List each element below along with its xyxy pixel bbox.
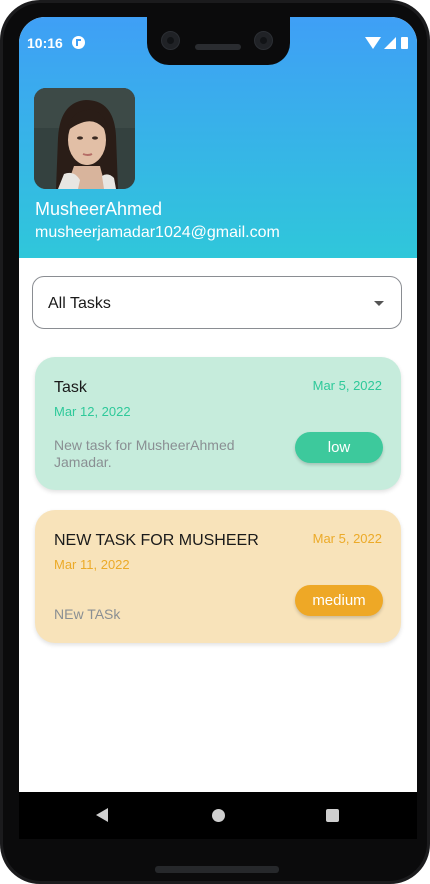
profile-photo-icon xyxy=(34,88,135,189)
battery-icon xyxy=(401,37,408,49)
profile-email: musheerjamadar1024@gmail.com xyxy=(35,224,280,241)
task-card[interactable]: NEW TASK FOR MUSHEER Mar 5, 2022 Mar 11,… xyxy=(35,510,401,643)
task-filter-value: All Tasks xyxy=(48,295,111,312)
back-icon[interactable] xyxy=(96,808,108,822)
task-title: Task xyxy=(54,379,87,396)
phone-frame: 10:16 MusheerAhmed musheerjamadar1024@gm… xyxy=(0,0,430,884)
profile-name: MusheerAhmed xyxy=(35,199,163,219)
status-time: 10:16 xyxy=(27,35,63,51)
front-camera-icon xyxy=(161,31,180,50)
task-title: NEW TASK FOR MUSHEER xyxy=(54,532,259,549)
front-camera-icon xyxy=(254,31,273,50)
home-icon[interactable] xyxy=(212,809,225,822)
task-description: NEw TASk xyxy=(54,606,121,622)
priority-badge[interactable]: medium xyxy=(295,585,383,616)
task-created-date: Mar 5, 2022 xyxy=(312,378,382,393)
task-filter-dropdown[interactable]: All Tasks xyxy=(32,276,402,329)
earpiece-speaker xyxy=(195,44,241,50)
caret-down-icon[interactable] xyxy=(374,301,384,306)
bottom-speaker-grille xyxy=(155,866,279,873)
recents-icon[interactable] xyxy=(326,809,339,822)
task-card[interactable]: Task Mar 5, 2022 Mar 12, 2022 New task f… xyxy=(35,357,401,490)
priority-badge[interactable]: low xyxy=(295,432,383,463)
task-description: New task for MusheerAhmed Jamadar. xyxy=(54,437,235,470)
task-created-date: Mar 5, 2022 xyxy=(312,531,382,546)
notification-icon xyxy=(72,36,85,49)
wifi-icon xyxy=(365,37,381,49)
task-due-date: Mar 11, 2022 xyxy=(54,557,130,572)
camera-notch xyxy=(147,17,290,65)
signal-icon xyxy=(384,37,396,49)
system-nav-bar xyxy=(19,792,417,839)
task-due-date: Mar 12, 2022 xyxy=(54,404,131,419)
app-screen: 10:16 MusheerAhmed musheerjamadar1024@gm… xyxy=(19,17,417,839)
avatar[interactable] xyxy=(34,88,135,189)
